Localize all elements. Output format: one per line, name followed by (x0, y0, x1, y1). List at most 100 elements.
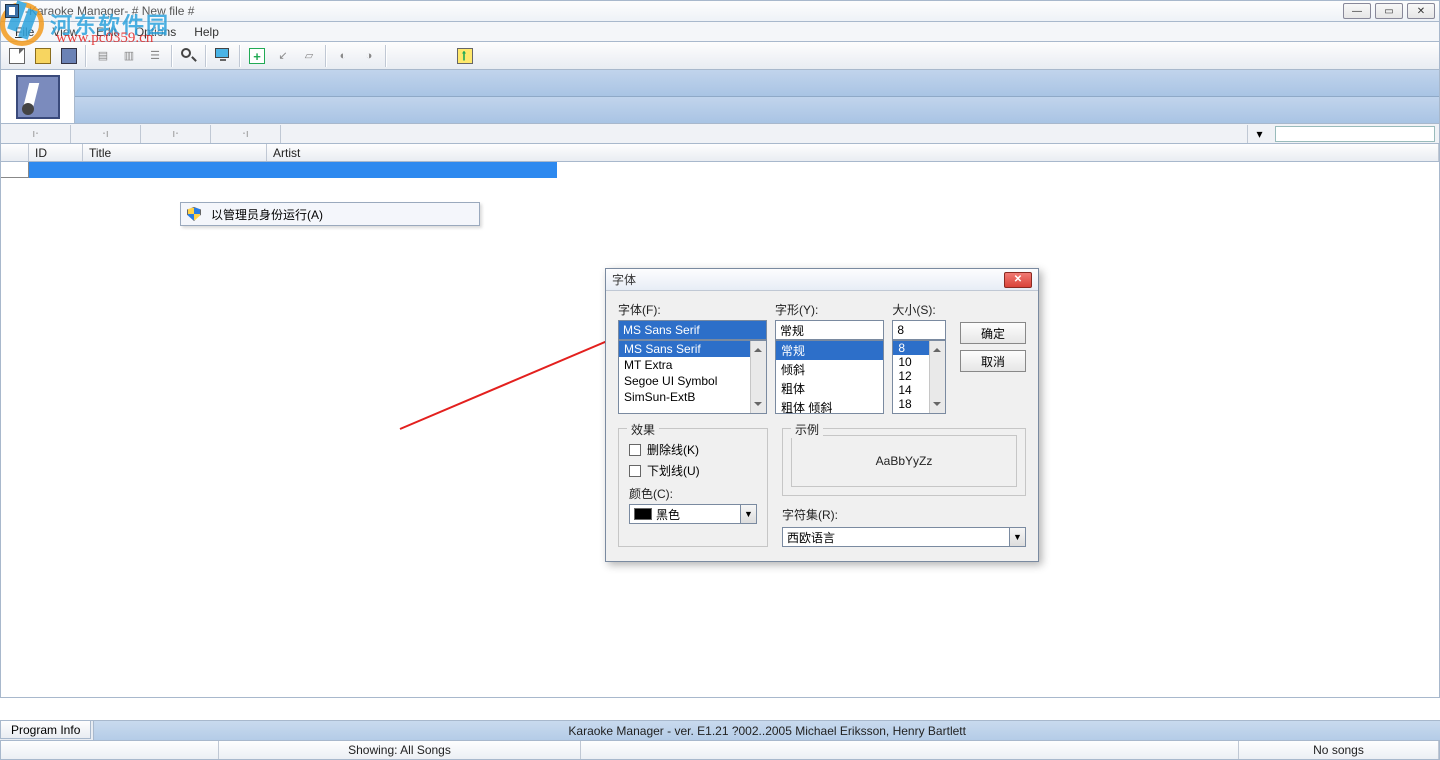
toolbar-display-button[interactable] (211, 45, 235, 67)
list-item[interactable]: MT Extra (619, 357, 750, 373)
toolbar-btn-11[interactable]: ▱ (297, 45, 321, 67)
toolbar-open-button[interactable] (31, 45, 55, 67)
toolbar-search-button[interactable] (177, 45, 201, 67)
toolbar-new-button[interactable] (5, 45, 29, 67)
font-size-input[interactable]: 8 (892, 320, 946, 340)
info-strip (0, 70, 1440, 124)
scrollbar[interactable] (750, 341, 766, 413)
color-combo[interactable]: 黑色 ▼ (629, 504, 757, 524)
nav-tab-prev[interactable]: ⋅ı (71, 125, 141, 143)
list-item[interactable]: 8 (893, 341, 929, 355)
quick-search-input[interactable] (1275, 126, 1435, 142)
list-item[interactable]: MS Sans Serif (619, 341, 750, 357)
script-combo[interactable]: 西欧语言 ▼ (782, 527, 1026, 547)
context-menu: 以管理员身份运行(A) (180, 202, 480, 226)
status-cell-1 (1, 741, 219, 759)
list-item[interactable]: 10 (893, 355, 929, 369)
font-dialog-close-button[interactable]: ✕ (1004, 272, 1032, 288)
plus-icon: + (249, 48, 265, 64)
column-header-title[interactable]: Title (83, 144, 267, 161)
search-icon (181, 48, 197, 64)
menu-help[interactable]: Help (186, 23, 227, 41)
effects-group-title: 效果 (627, 421, 659, 438)
font-name-input[interactable]: MS Sans Serif (618, 320, 767, 340)
info-row-bottom (75, 97, 1439, 123)
status-showing: Showing: All Songs (219, 741, 581, 759)
toolbar-btn-12[interactable]: ◐ (331, 45, 355, 67)
monitor-icon (215, 48, 231, 64)
toolbar-save-button[interactable] (57, 45, 81, 67)
list-item[interactable]: Segoe UI Symbol (619, 373, 750, 389)
font-size-list[interactable]: 8 10 12 14 18 24 (892, 340, 946, 414)
list-item[interactable]: 18 (893, 397, 929, 411)
menu-view[interactable]: View (44, 23, 86, 41)
toolbar-btn-5[interactable]: ▥ (117, 45, 141, 67)
music-note-icon (16, 75, 60, 119)
list-item[interactable]: 24 (893, 411, 929, 414)
script-label: 字符集(R): (782, 506, 1026, 523)
toolbar-separator (205, 45, 207, 67)
maximize-button[interactable]: ▭ (1375, 3, 1403, 19)
scrollbar[interactable] (929, 341, 945, 413)
list-item[interactable]: 12 (893, 369, 929, 383)
ok-button[interactable]: 确定 (960, 322, 1026, 344)
row-cell-artist (267, 162, 557, 178)
list-item[interactable]: 倾斜 (776, 360, 883, 379)
font-dialog: 字体 ✕ 字体(F): MS Sans Serif MS Sans Serif … (605, 268, 1039, 562)
column-header-artist[interactable]: Artist (267, 144, 1439, 161)
table-row[interactable] (1, 162, 1439, 178)
list-item[interactable]: 14 (893, 383, 929, 397)
exit-icon (457, 48, 473, 64)
toolbar-add-button[interactable]: + (245, 45, 269, 67)
underline-checkbox-row[interactable]: 下划线(U) (629, 462, 757, 479)
list-item[interactable]: SimSun-ExtB (619, 389, 750, 405)
menu-edit[interactable]: Edit (88, 23, 125, 41)
font-name-list[interactable]: MS Sans Serif MT Extra Segoe UI Symbol S… (618, 340, 767, 414)
generic-icon: ◐ (335, 48, 351, 64)
minimize-button[interactable]: — (1343, 3, 1371, 19)
nav-tab-last[interactable]: ⋅ı (211, 125, 281, 143)
chevron-down-icon[interactable]: ▼ (741, 504, 757, 524)
toolbar-btn-6[interactable]: ☰ (143, 45, 167, 67)
context-menu-run-as-admin[interactable]: 以管理员身份运行(A) (181, 203, 479, 225)
font-dialog-titlebar[interactable]: 字体 ✕ (606, 269, 1038, 291)
font-style-list[interactable]: 常规 倾斜 粗体 粗体 倾斜 (775, 340, 884, 414)
underline-label: 下划线(U) (647, 462, 700, 479)
sample-group: 示例 AaBbYyZz (782, 428, 1026, 496)
tab-program-info[interactable]: Program Info (0, 721, 91, 739)
generic-icon: ↙ (275, 48, 291, 64)
list-item[interactable]: 粗体 倾斜 (776, 398, 883, 414)
toolbar-btn-10[interactable]: ↙ (271, 45, 295, 67)
effects-group: 效果 删除线(K) 下划线(U) 颜色(C): 黑色 ▼ (618, 428, 768, 547)
list-item[interactable]: 粗体 (776, 379, 883, 398)
font-size-label: 大小(S): (892, 301, 946, 318)
row-cell-title (83, 162, 267, 178)
row-cell-id (29, 162, 83, 178)
column-header-blank[interactable] (1, 144, 29, 161)
toolbar-btn-4[interactable]: ▤ (91, 45, 115, 67)
column-header-id[interactable]: ID (29, 144, 83, 161)
toolbar-exit-button[interactable] (453, 45, 477, 67)
font-style-input[interactable]: 常规 (775, 320, 884, 340)
checkbox-icon (629, 444, 641, 456)
strikeout-checkbox-row[interactable]: 删除线(K) (629, 441, 757, 458)
toolbar-btn-13[interactable]: ◑ (357, 45, 381, 67)
credits-strip: Karaoke Manager - ver. E1.21 ?002..2005 … (93, 721, 1440, 740)
close-button[interactable]: ✕ (1407, 3, 1435, 19)
songs-table-header: ID Title Artist (0, 144, 1440, 162)
nav-tab-first[interactable]: ı⋅ (1, 125, 71, 143)
filter-button[interactable]: ▾ (1247, 125, 1271, 143)
list-item[interactable]: 常规 (776, 341, 883, 360)
toolbar-separator (85, 45, 87, 67)
nav-tab-next[interactable]: ı⋅ (141, 125, 211, 143)
generic-icon: ◑ (361, 48, 377, 64)
cancel-button[interactable]: 取消 (960, 350, 1026, 372)
menu-file[interactable]: File (7, 23, 42, 41)
menu-options[interactable]: Options (127, 23, 184, 41)
chevron-down-icon[interactable]: ▼ (1010, 527, 1026, 547)
main-toolbar: ▤ ▥ ☰ + ↙ ▱ ◐ ◑ (0, 42, 1440, 70)
app-icon (5, 4, 19, 18)
font-dialog-title: 字体 (612, 271, 1004, 288)
font-label: 字体(F): (618, 301, 767, 318)
toolbar-separator (171, 45, 173, 67)
